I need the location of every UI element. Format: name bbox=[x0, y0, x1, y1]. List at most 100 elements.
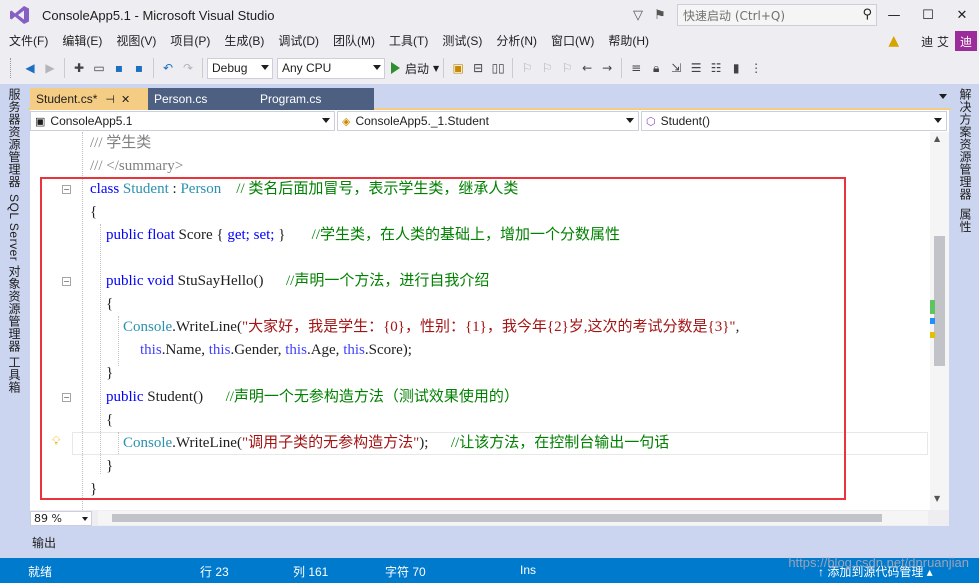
vertical-scrollbar[interactable]: ▲ ▼ bbox=[930, 132, 949, 510]
pin-icon[interactable]: ⊣ bbox=[105, 93, 115, 106]
user-name[interactable]: 迪 艾 bbox=[921, 33, 949, 50]
solution-explorer-tab[interactable]: 解决方案资源管理器 bbox=[957, 88, 974, 201]
server-explorer-tab[interactable]: 服务器资源管理器 bbox=[6, 88, 23, 188]
properties-tab[interactable]: 属性 bbox=[957, 208, 974, 233]
status-char: 字符 70 bbox=[385, 565, 426, 579]
highlight-box bbox=[40, 177, 846, 500]
caret-marker bbox=[930, 318, 935, 324]
save-all-icon[interactable]: ▪ bbox=[129, 57, 149, 79]
menu-tools[interactable]: 工具(T) bbox=[382, 30, 435, 52]
bookmark-prev-icon[interactable]: ⚐ bbox=[517, 57, 537, 79]
code-line-2: /// </summary> bbox=[90, 158, 184, 174]
start-debugging-button[interactable]: 启动 ▼ bbox=[391, 60, 439, 77]
outline-icon[interactable]: ⇲ bbox=[666, 57, 686, 79]
toolbar-grip[interactable] bbox=[10, 58, 14, 78]
comment-icon[interactable]: ☰ bbox=[686, 57, 706, 79]
menu-test[interactable]: 测试(S) bbox=[435, 30, 489, 52]
csharp-project-icon: ▣ bbox=[35, 115, 46, 128]
chevron-down-icon bbox=[82, 516, 88, 521]
maximize-button[interactable]: ☐ bbox=[911, 0, 945, 30]
standard-toolbar: ◀ ▶ ✚ ▭ ▪ ▪ ↶ ↷ Debug Any CPU 启动 ▼ ▣ ⊟ ▯… bbox=[0, 52, 979, 84]
configuration-select[interactable]: Debug bbox=[207, 57, 273, 79]
code-line-1: /// 学生类 bbox=[90, 135, 152, 151]
left-tool-strip: 服务器资源管理器 SQL Server 对象资源管理器 工具箱 bbox=[0, 84, 28, 558]
change-marker bbox=[930, 300, 935, 314]
user-avatar[interactable]: 迪 bbox=[955, 31, 977, 51]
chevron-down-icon[interactable]: ▼ bbox=[433, 64, 439, 73]
status-insert-mode: Ins bbox=[520, 563, 537, 577]
navigation-bar: ▣ ConsoleApp5.1 ◈ ConsoleApp5._1.Student… bbox=[30, 110, 949, 132]
sql-server-explorer-tab[interactable]: SQL Server 对象资源管理器 bbox=[6, 194, 23, 353]
menu-project[interactable]: 项目(P) bbox=[163, 30, 217, 52]
visual-studio-logo-icon bbox=[6, 1, 34, 29]
platform-select[interactable]: Any CPU bbox=[277, 57, 385, 79]
chevron-down-icon bbox=[261, 64, 269, 70]
bookmark-next-icon[interactable]: ⚐ bbox=[537, 57, 557, 79]
quick-launch-input[interactable]: 快速启动 (Ctrl+Q) ⚲ bbox=[677, 4, 877, 26]
tab-program-cs[interactable]: Program.cs bbox=[254, 88, 374, 110]
chevron-down-icon bbox=[626, 118, 634, 123]
menu-build[interactable]: 生成(B) bbox=[217, 30, 271, 52]
watermark: https://blog.csdn.net/dnruanjian bbox=[788, 555, 969, 570]
menu-team[interactable]: 团队(M) bbox=[326, 30, 382, 52]
save-icon[interactable]: ▪ bbox=[109, 57, 129, 79]
right-tool-strip: 解决方案资源管理器 属性 bbox=[951, 84, 979, 558]
menu-debug[interactable]: 调试(D) bbox=[271, 30, 326, 52]
browser-link-icon[interactable]: ▣ bbox=[448, 57, 468, 79]
list-members-icon[interactable]: ≡ bbox=[626, 57, 646, 79]
class-select[interactable]: ◈ ConsoleApp5._1.Student bbox=[337, 111, 639, 131]
navigate-forward-icon[interactable]: ▶ bbox=[40, 57, 60, 79]
play-icon bbox=[391, 62, 400, 74]
minimize-button[interactable]: — bbox=[877, 0, 911, 30]
menu-window[interactable]: 窗口(W) bbox=[544, 30, 601, 52]
open-file-icon[interactable]: ▭ bbox=[89, 57, 109, 79]
search-icon[interactable]: ⚲ bbox=[862, 7, 872, 22]
close-button[interactable]: ✕ bbox=[945, 0, 979, 30]
bookmark-clear-icon[interactable]: ⚐ bbox=[557, 57, 577, 79]
navigate-back-icon[interactable]: ◀ bbox=[20, 57, 40, 79]
bookmark-icon[interactable]: ▮ bbox=[726, 57, 746, 79]
menu-bar: 文件(F) 编辑(E) 视图(V) 项目(P) 生成(B) 调试(D) 团队(M… bbox=[0, 30, 979, 52]
zoom-select[interactable]: 89 % bbox=[30, 510, 92, 526]
scroll-thumb[interactable] bbox=[112, 514, 882, 522]
step-icon[interactable]: ⊟ bbox=[468, 57, 488, 79]
chevron-down-icon[interactable] bbox=[939, 94, 947, 99]
scroll-down-icon[interactable]: ▼ bbox=[934, 494, 940, 503]
scroll-up-icon[interactable]: ▲ bbox=[934, 134, 940, 143]
redo-icon[interactable]: ↷ bbox=[178, 57, 198, 79]
horizontal-scrollbar[interactable] bbox=[98, 511, 928, 525]
menu-edit[interactable]: 编辑(E) bbox=[55, 30, 109, 52]
menu-file[interactable]: 文件(F) bbox=[0, 30, 55, 52]
close-icon[interactable]: ✕ bbox=[121, 93, 130, 106]
lock-icon[interactable]: 🔒︎ bbox=[646, 57, 666, 79]
code-editor[interactable]: − − − 💡︎ /// 学生类 /// </summary> class St… bbox=[30, 132, 949, 510]
format-icon[interactable]: ▯▯ bbox=[488, 57, 508, 79]
new-project-icon[interactable]: ✚ bbox=[69, 57, 89, 79]
undo-icon[interactable]: ↶ bbox=[158, 57, 178, 79]
menu-analyze[interactable]: 分析(N) bbox=[489, 30, 544, 52]
status-ready: 就绪 bbox=[28, 565, 53, 579]
member-select[interactable]: ⬡ Student() bbox=[641, 111, 947, 131]
window-title: ConsoleApp5.1 - Microsoft Visual Studio bbox=[42, 7, 275, 23]
nav-backward-icon[interactable]: ← bbox=[577, 57, 597, 79]
scroll-thumb[interactable] bbox=[934, 236, 945, 366]
menu-view[interactable]: 视图(V) bbox=[109, 30, 163, 52]
output-tab[interactable]: 输出 bbox=[32, 534, 56, 551]
toolbox-tab[interactable]: 工具箱 bbox=[6, 356, 23, 394]
notifications-icon[interactable]: ⚑ bbox=[649, 4, 671, 26]
class-icon: ◈ bbox=[342, 115, 351, 128]
nav-forward-icon[interactable]: → bbox=[597, 57, 617, 79]
editor-bottom-bar: 89 % bbox=[30, 510, 949, 526]
project-select[interactable]: ▣ ConsoleApp5.1 bbox=[30, 111, 335, 131]
warning-icon[interactable]: ▲ bbox=[888, 33, 899, 49]
change-marker bbox=[930, 332, 935, 338]
filter-icon[interactable]: ▽ bbox=[627, 4, 649, 26]
toolbar-options-icon[interactable]: ⋮ bbox=[746, 57, 766, 79]
tab-person-cs[interactable]: Person.cs bbox=[148, 88, 254, 110]
method-icon: ⬡ bbox=[646, 115, 656, 128]
output-panel: 输出 bbox=[28, 528, 951, 558]
uncomment-icon[interactable]: ☷ bbox=[706, 57, 726, 79]
menu-help[interactable]: 帮助(H) bbox=[601, 30, 656, 52]
tab-student-cs[interactable]: Student.cs* ⊣ ✕ bbox=[30, 88, 148, 110]
chevron-down-icon bbox=[373, 64, 381, 70]
